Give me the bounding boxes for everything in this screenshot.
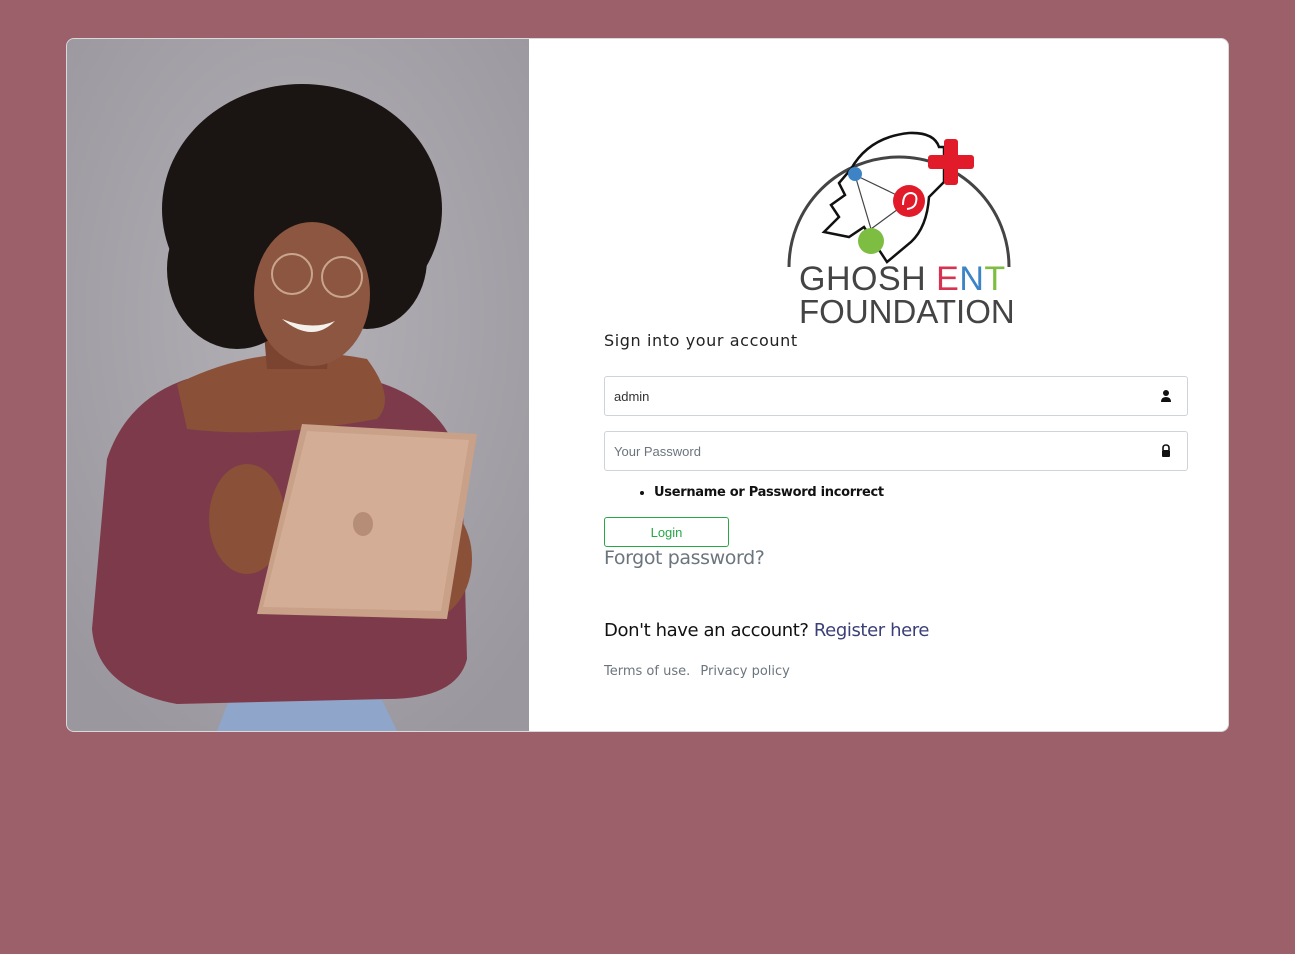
ear-icon — [893, 185, 925, 217]
terms-link[interactable]: Terms of use. — [604, 664, 690, 679]
error-list: Username or Password incorrect — [604, 485, 884, 500]
forgot-password-link[interactable]: Forgot password? — [604, 547, 765, 569]
footer-links: Terms of use. Privacy policy — [604, 664, 796, 679]
register-prompt-text: Don't have an account? — [604, 620, 814, 641]
blue-node-icon — [848, 167, 862, 181]
hero-photo — [67, 39, 529, 731]
error-message: Username or Password incorrect — [654, 485, 884, 500]
user-icon — [1161, 390, 1171, 402]
login-card: GHOSH ENT FOUNDATION Sign into your acco… — [66, 38, 1229, 732]
password-input[interactable] — [605, 432, 1154, 470]
privacy-link[interactable]: Privacy policy — [700, 664, 789, 679]
username-field — [604, 376, 1188, 416]
medical-cross-icon — [928, 139, 974, 185]
lock-icon — [1162, 444, 1170, 457]
password-field — [604, 431, 1188, 471]
register-link[interactable]: Register here — [814, 620, 930, 641]
brand-foundation: FOUNDATION — [799, 293, 1015, 327]
green-node-icon — [858, 228, 884, 254]
username-input[interactable] — [605, 377, 1154, 415]
register-prompt: Don't have an account? Register here — [604, 620, 929, 641]
woman-with-tablet-illustration — [67, 39, 529, 731]
login-button[interactable]: Login — [604, 517, 729, 547]
ghosh-ent-foundation-logo: GHOSH ENT FOUNDATION — [787, 131, 1015, 327]
signin-title: Sign into your account — [604, 331, 798, 350]
